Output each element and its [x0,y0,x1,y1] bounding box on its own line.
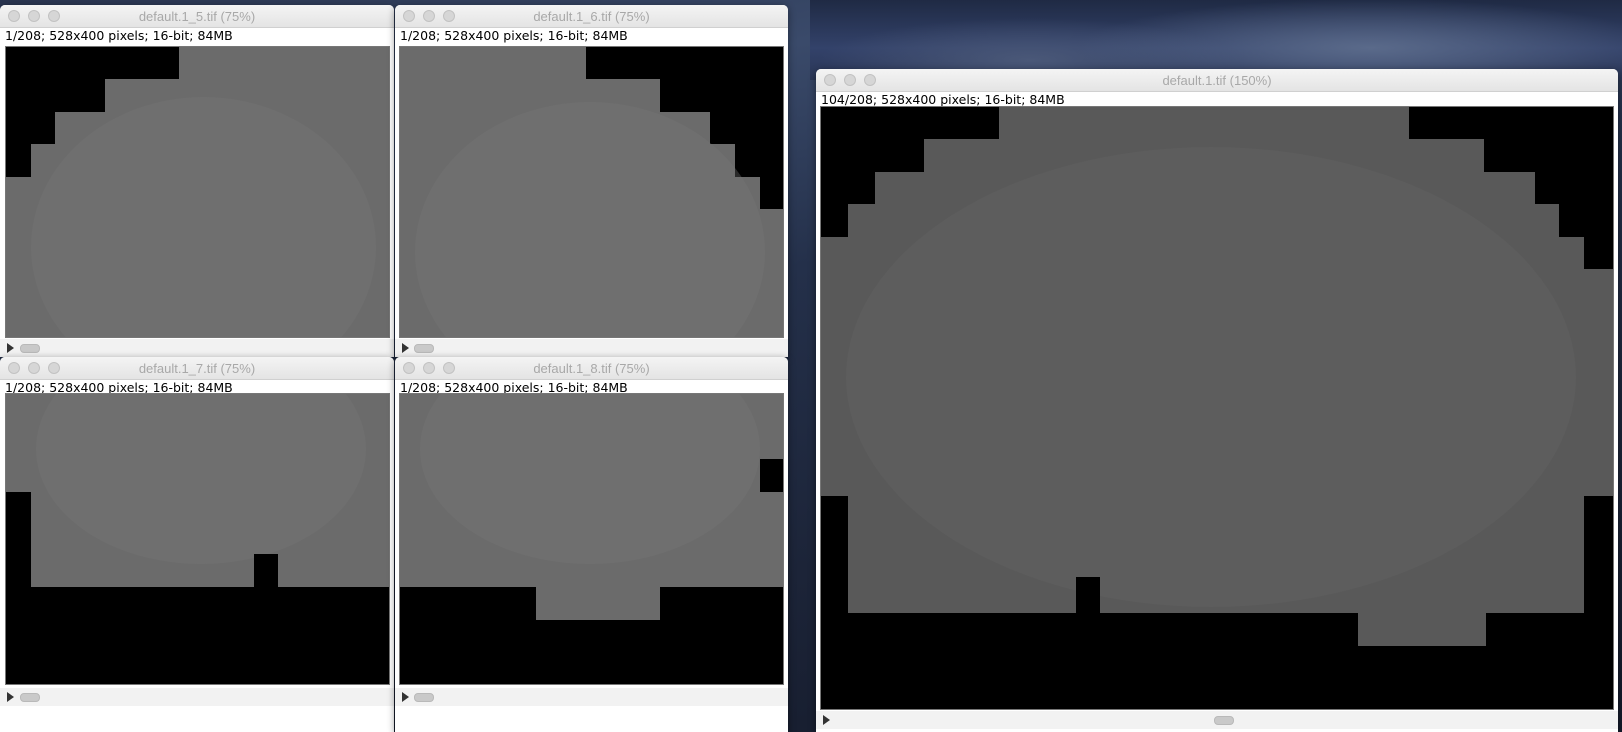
image-window-1-5[interactable]: default.1_5.tif (75%) 1/208; 528x400 pix… [0,5,394,357]
title-bar[interactable]: default.1_8.tif (75%) [395,357,788,380]
image-canvas[interactable] [399,46,784,338]
stack-slider[interactable] [395,688,788,706]
tissue-region [1358,613,1486,646]
image-window-1-7[interactable]: default.1_7.tif (75%) 1/208; 528x400 pix… [0,357,394,732]
play-icon[interactable] [823,715,830,725]
window-title: default.1_7.tif (75%) [138,361,256,376]
play-icon[interactable] [7,343,14,353]
title-bar[interactable]: default.1.tif (150%) [816,69,1618,92]
image-canvas[interactable] [5,46,390,338]
image-gap [821,496,848,613]
image-canvas[interactable] [820,106,1614,710]
image-window-1-6[interactable]: default.1_6.tif (75%) 1/208; 528x400 pix… [395,5,788,357]
window-title: default.1_8.tif (75%) [533,361,650,376]
image-window-1-8[interactable]: default.1_8.tif (75%) 1/208; 528x400 pix… [395,357,788,732]
stack-slider[interactable] [0,339,394,357]
image-info-text: 1/208; 528x400 pixels; 16-bit; 84MB [400,28,628,43]
play-icon[interactable] [7,692,14,702]
image-gap [1586,496,1613,613]
stack-slider[interactable] [0,688,394,706]
desktop-background [810,0,1622,80]
slider-thumb[interactable] [20,344,40,353]
image-gap [760,459,783,492]
slider-thumb[interactable] [20,693,40,702]
image-gap [254,554,278,587]
window-title: default.1_5.tif (75%) [138,9,256,24]
slider-thumb[interactable] [414,344,434,353]
slider-thumb[interactable] [414,693,434,702]
image-canvas[interactable] [399,393,784,685]
image-gap [1076,577,1100,613]
title-bar[interactable]: default.1_7.tif (75%) [0,357,394,380]
stack-slider[interactable] [395,339,788,357]
window-title: default.1.tif (150%) [1162,73,1272,88]
title-bar[interactable]: default.1_6.tif (75%) [395,5,788,28]
brain-outline [846,147,1576,607]
tissue-region [536,587,660,620]
stack-slider[interactable] [816,711,1618,729]
slider-thumb[interactable] [1214,716,1234,725]
play-icon[interactable] [402,692,409,702]
image-info-text: 1/208; 528x400 pixels; 16-bit; 84MB [5,28,233,43]
image-window-main[interactable]: default.1.tif (150%) 104/208; 528x400 pi… [816,69,1618,732]
image-canvas[interactable] [5,393,390,685]
title-bar[interactable]: default.1_5.tif (75%) [0,5,394,28]
window-title: default.1_6.tif (75%) [533,9,650,24]
play-icon[interactable] [402,343,409,353]
